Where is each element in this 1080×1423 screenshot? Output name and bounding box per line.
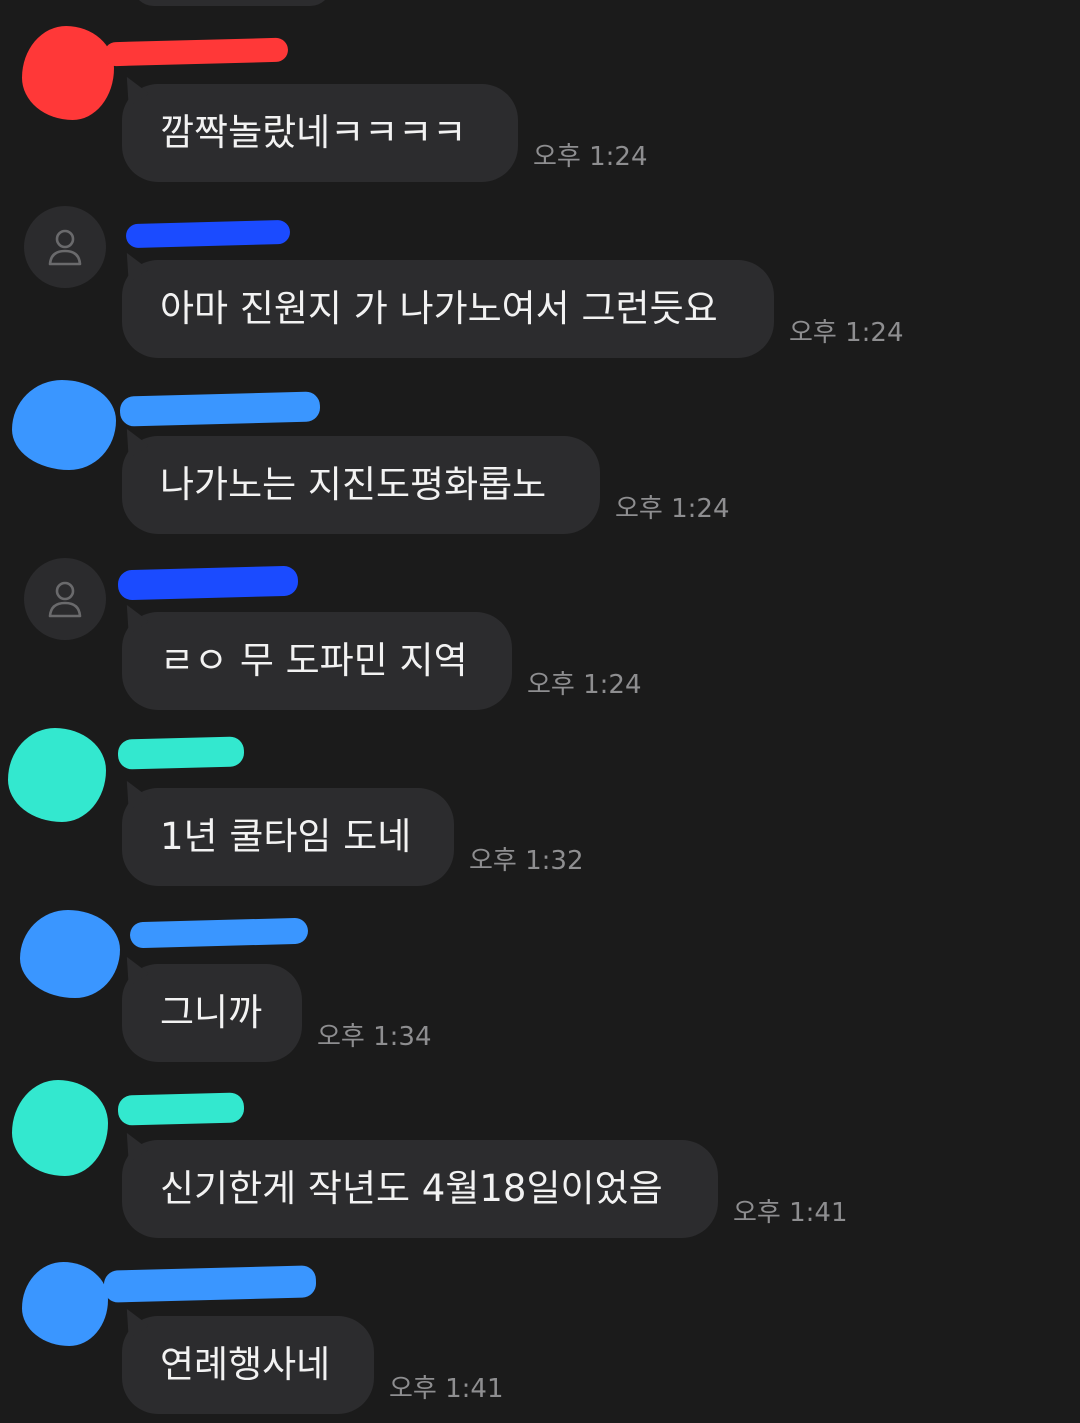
redacted-username — [117, 565, 299, 601]
redacted-username — [117, 736, 245, 770]
message-timestamp: 오후 1:34 — [317, 1022, 432, 1052]
person-icon — [48, 581, 82, 618]
message-timestamp: 오후 1:41 — [733, 1198, 848, 1228]
redacted-avatar-scribble — [12, 380, 116, 470]
message-bubble[interactable]: 나가노는 지진도평화롭노 — [122, 436, 600, 534]
message-bubble[interactable]: ㄹㅇ 무 도파민 지역 — [122, 612, 512, 710]
chat-message: 아마 진원지 가 나가노여서 그런듯요 오후 1:24 — [0, 176, 1080, 358]
chat-message: ㄹㅇ 무 도파민 지역 오후 1:24 — [0, 528, 1080, 710]
message-bubble[interactable]: 1년 쿨타임 도네 — [122, 788, 454, 886]
redacted-avatar-scribble — [12, 1080, 108, 1176]
chat-message: 깜짝놀랐네ㅋㅋㅋㅋ 오후 1:24 — [0, 0, 1080, 182]
avatar[interactable] — [22, 1262, 108, 1346]
chat-message: 연례행사네 오후 1:41 — [0, 1232, 1080, 1414]
avatar[interactable] — [8, 728, 106, 822]
message-timestamp: 오후 1:24 — [527, 670, 642, 700]
message-bubble[interactable]: 신기한게 작년도 4월18일이었음 — [122, 1140, 718, 1238]
message-text: 신기한게 작년도 4월18일이었음 — [160, 1167, 663, 1210]
person-icon — [48, 229, 82, 266]
message-text: 아마 진원지 가 나가노여서 그런듯요 — [160, 287, 718, 330]
message-timestamp: 오후 1:24 — [615, 494, 730, 524]
redacted-username — [125, 219, 291, 249]
redacted-username — [119, 391, 321, 427]
message-timestamp: 오후 1:24 — [533, 142, 648, 172]
redacted-username — [103, 37, 289, 67]
avatar[interactable] — [12, 380, 116, 470]
avatar[interactable] — [24, 206, 106, 288]
chat-message: 1년 쿨타임 도네 오후 1:32 — [0, 704, 1080, 886]
message-bubble[interactable]: 그니까 — [122, 964, 302, 1062]
message-timestamp: 오후 1:41 — [389, 1374, 504, 1404]
message-bubble[interactable]: 깜짝놀랐네ㅋㅋㅋㅋ — [122, 84, 518, 182]
message-text: 나가노는 지진도평화롭노 — [160, 463, 547, 506]
message-text: 깜짝놀랐네ㅋㅋㅋㅋ — [160, 111, 467, 154]
redacted-avatar-scribble — [8, 728, 106, 822]
message-text: 그니까 — [160, 991, 263, 1034]
chat-message: 그니까 오후 1:34 — [0, 880, 1080, 1062]
message-bubble[interactable]: 연례행사네 — [122, 1316, 374, 1414]
message-text: 연례행사네 — [160, 1343, 331, 1386]
redacted-username — [103, 1265, 317, 1303]
redacted-avatar-scribble — [22, 26, 114, 120]
avatar[interactable] — [22, 26, 114, 120]
chat-message: 신기한게 작년도 4월18일이었음 오후 1:41 — [0, 1056, 1080, 1238]
message-text: ㄹㅇ 무 도파민 지역 — [160, 639, 468, 682]
avatar[interactable] — [20, 910, 120, 998]
redacted-avatar-scribble — [22, 1262, 108, 1346]
redacted-username — [129, 917, 309, 949]
avatar[interactable] — [24, 558, 106, 640]
chat-message: 나가노는 지진도평화롭노 오후 1:24 — [0, 352, 1080, 534]
redacted-username — [117, 1092, 245, 1126]
redacted-avatar-scribble — [20, 910, 120, 998]
message-timestamp: 오후 1:32 — [469, 846, 584, 876]
message-text: 1년 쿨타임 도네 — [160, 815, 412, 858]
avatar[interactable] — [12, 1080, 108, 1176]
message-bubble[interactable]: 아마 진원지 가 나가노여서 그런듯요 — [122, 260, 774, 358]
message-timestamp: 오후 1:24 — [789, 318, 904, 348]
